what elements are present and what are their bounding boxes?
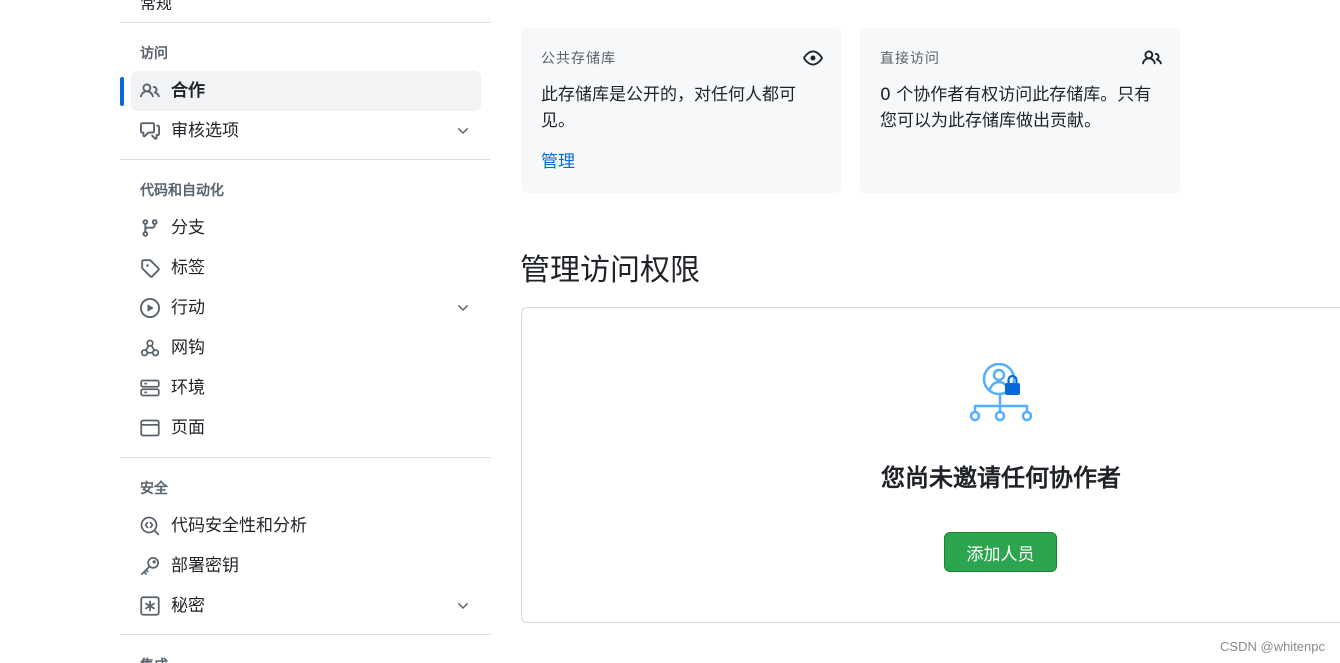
sidebar-item-label: 行动 <box>171 298 205 318</box>
sidebar-item-label: 环境 <box>171 378 205 398</box>
people-icon <box>1142 50 1162 65</box>
sidebar-item-secrets[interactable]: 秘密 <box>131 586 481 626</box>
chevron-down-icon[interactable] <box>455 598 471 614</box>
sidebar-item-tags[interactable]: 标签 <box>131 248 481 288</box>
divider <box>120 634 491 635</box>
section-title-code-automation: 代码和自动化 <box>140 183 224 199</box>
sidebar-item-label: 网钩 <box>171 338 205 358</box>
git-branch-icon <box>140 218 160 238</box>
section-title-access: 访问 <box>140 46 168 62</box>
codescan-icon <box>140 516 160 536</box>
tag-icon <box>140 258 160 278</box>
play-icon <box>140 298 160 318</box>
sidebar-item-label: 秘密 <box>171 596 205 616</box>
card-body: 0 个协作者有权访问此存储库。只有您可以为此存储库做出贡献。 <box>880 85 1152 131</box>
sidebar-item-pages[interactable]: 页面 <box>131 408 481 448</box>
card-title: 直接访问 <box>880 51 940 67</box>
watermark: CSDN @whitenpc <box>1220 639 1325 654</box>
section-title-integrations: 集成 <box>140 655 168 663</box>
page-section-heading: 管理访问权限 <box>520 253 700 288</box>
chevron-down-icon[interactable] <box>455 123 471 139</box>
eye-icon <box>803 50 823 66</box>
settings-sidebar: 常规 访问 合作 审核选项 代码和自动化 分支 标签 行动 网钩 环境 页面 安… <box>120 0 491 663</box>
sidebar-item-label: 页面 <box>171 418 205 438</box>
sidebar-item-label: 标签 <box>171 258 205 278</box>
collaborators-lock-icon <box>969 363 1033 422</box>
direct-access-card: 直接访问 0 个协作者有权访问此存储库。只有您可以为此存储库做出贡献。 <box>860 28 1180 193</box>
card-title: 公共存储库 <box>541 51 616 67</box>
divider <box>120 457 491 458</box>
sidebar-item-deploy-keys[interactable]: 部署密钥 <box>131 546 481 586</box>
sidebar-item-environments[interactable]: 环境 <box>131 368 481 408</box>
server-icon <box>140 378 160 398</box>
key-icon <box>140 556 160 576</box>
sidebar-item-webhooks[interactable]: 网钩 <box>131 328 481 368</box>
people-icon <box>140 81 160 101</box>
chevron-down-icon[interactable] <box>455 300 471 316</box>
browser-icon <box>140 418 160 438</box>
webhook-icon <box>140 338 160 358</box>
asterisk-icon <box>140 596 160 616</box>
divider <box>120 159 491 160</box>
sidebar-item-label: 部署密钥 <box>171 556 239 576</box>
sidebar-item-collaborators[interactable]: 合作 <box>131 71 481 111</box>
blankslate: 您尚未邀请任何协作者 添加人员 <box>521 307 1340 623</box>
add-people-button[interactable]: 添加人员 <box>944 532 1057 572</box>
sidebar-item-branches[interactable]: 分支 <box>131 208 481 248</box>
section-title-security: 安全 <box>140 481 168 497</box>
sidebar-item-label: 审核选项 <box>171 121 239 141</box>
sidebar-item-actions[interactable]: 行动 <box>131 288 481 328</box>
sidebar-item-label: 分支 <box>171 218 205 238</box>
public-repository-card: 公共存储库 此存储库是公开的，对任何人都可见。 管理 <box>521 28 841 193</box>
sidebar-item-label: 代码安全性和分析 <box>171 516 307 536</box>
sidebar-item-label: 合作 <box>171 81 205 101</box>
sidebar-item-moderation-options[interactable]: 审核选项 <box>131 111 481 151</box>
divider <box>120 22 491 23</box>
active-indicator <box>120 77 124 106</box>
manage-visibility-link[interactable]: 管理 <box>541 147 575 172</box>
card-body: 此存储库是公开的，对任何人都可见。 <box>541 85 796 131</box>
report-icon <box>140 121 160 141</box>
sidebar-item-general-clipped[interactable]: 常规 <box>140 0 172 10</box>
blankslate-title: 您尚未邀请任何协作者 <box>881 464 1121 492</box>
sidebar-item-code-security[interactable]: 代码安全性和分析 <box>131 506 481 546</box>
